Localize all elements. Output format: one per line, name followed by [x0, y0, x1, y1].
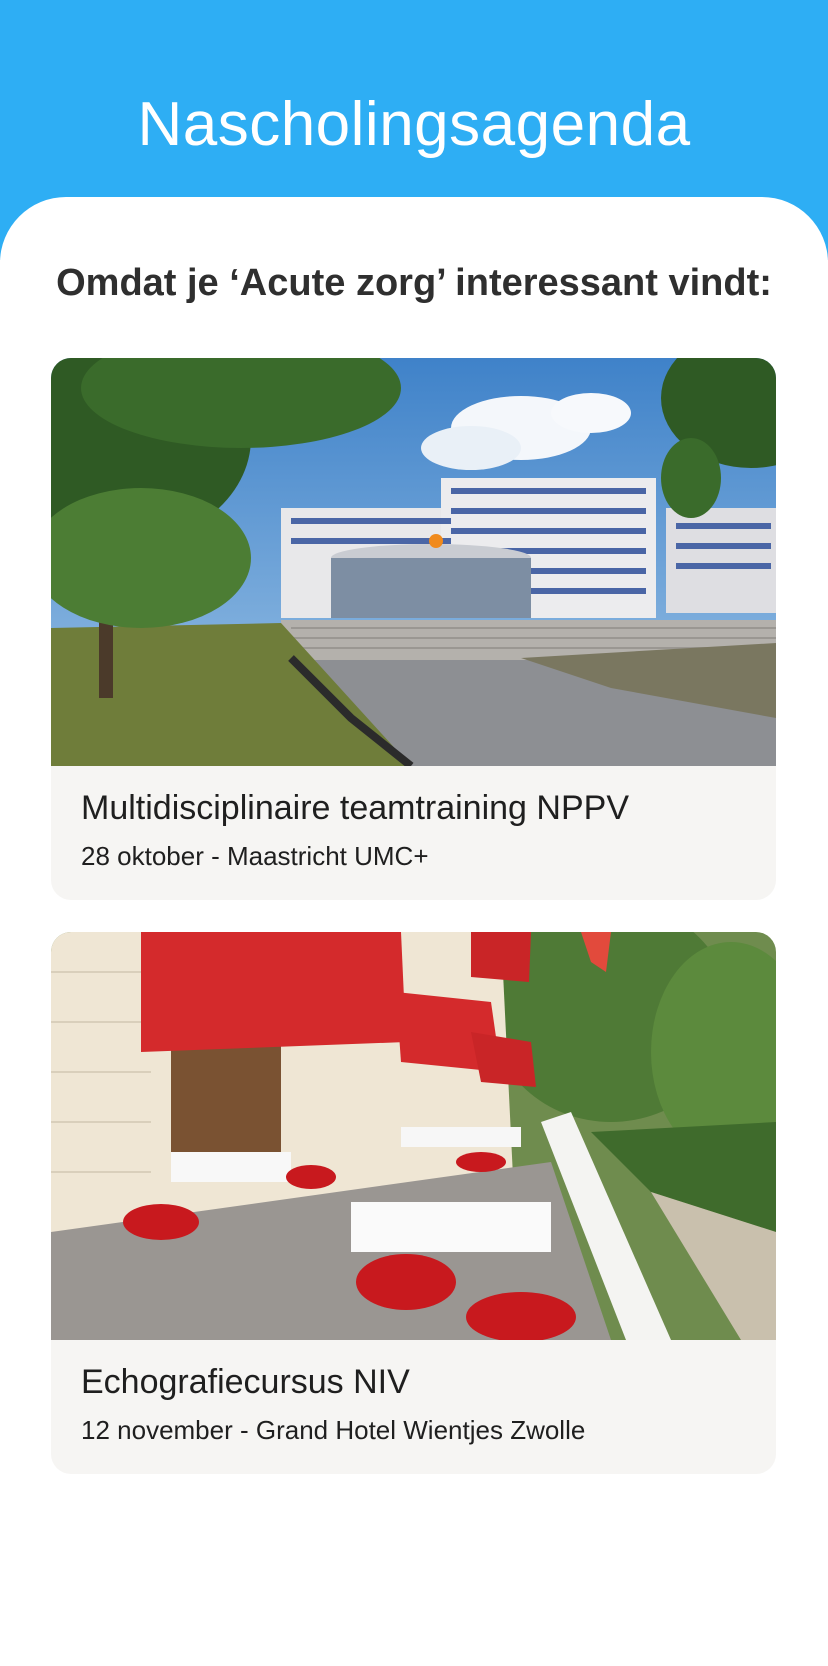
page-title: Nascholingsagenda — [137, 90, 691, 159]
course-title: Multidisciplinaire teamtraining NPPV — [81, 789, 630, 827]
hotel-terrace-photo — [51, 932, 776, 1340]
hospital-photo — [51, 358, 776, 766]
course-date-location: 28 oktober - Maastricht UMC+ — [81, 841, 429, 871]
course-date-location: 12 november - Grand Hotel Wientjes Zwoll… — [81, 1415, 586, 1445]
course-card[interactable]: Multidisciplinaire teamtraining NPPV 28 … — [51, 358, 776, 900]
course-card[interactable]: Echografiecursus NIV 12 november - Grand… — [51, 932, 776, 1474]
course-image-hotel-terrace — [51, 932, 776, 1340]
section-subtitle: Omdat je ‘Acute zorg’ interessant vindt: — [56, 262, 772, 304]
course-title: Echografiecursus NIV — [81, 1363, 410, 1401]
course-image-hospital — [51, 358, 776, 766]
